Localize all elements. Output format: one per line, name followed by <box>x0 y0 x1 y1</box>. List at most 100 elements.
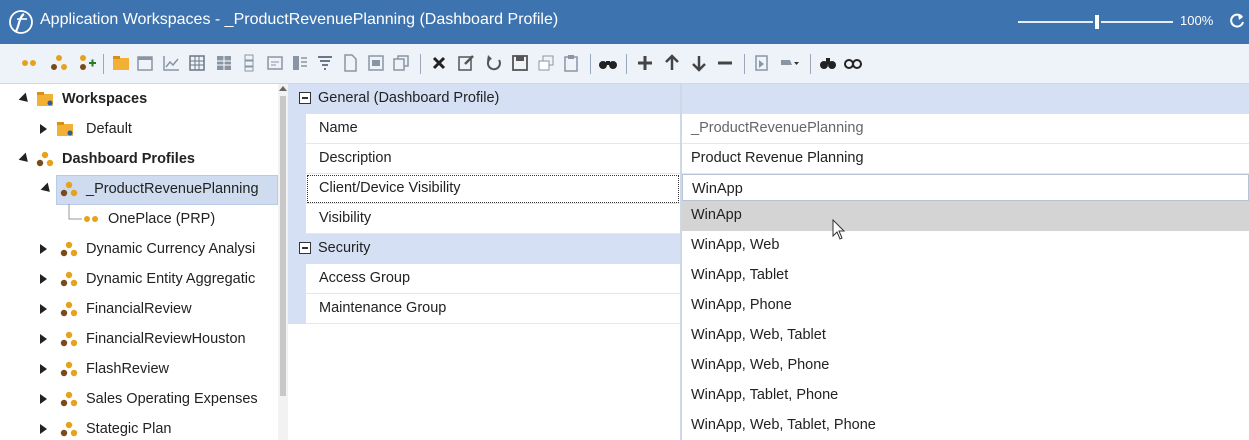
tree-node-workspaces[interactable]: Workspaces <box>0 84 278 114</box>
property-value-name: _ProductRevenuePlanning <box>682 114 1249 144</box>
filter-icon[interactable] <box>314 52 336 74</box>
expand-arrow-icon[interactable] <box>40 274 47 284</box>
collapse-toggle-icon[interactable] <box>299 242 311 254</box>
dashboard-profile-icon <box>60 271 78 287</box>
dropdown-option[interactable]: WinApp, Web <box>682 231 1249 261</box>
category-security[interactable]: Security <box>288 234 680 264</box>
add-child-icon[interactable] <box>76 52 98 74</box>
category-general[interactable]: General (Dashboard Profile) <box>288 84 680 114</box>
binoculars-icon[interactable] <box>597 52 619 74</box>
dashboard-profile-icon <box>60 331 78 347</box>
list-icon[interactable] <box>238 52 260 74</box>
tree-node-flashreview[interactable]: FlashReview <box>0 354 278 384</box>
tree-node-default[interactable]: Default <box>0 114 278 144</box>
expand-arrow-icon[interactable] <box>40 424 47 434</box>
workspace-folder-icon <box>37 92 53 106</box>
dashboard-profile-icon <box>36 151 54 167</box>
property-access-group[interactable]: Access Group <box>306 264 680 294</box>
grid-icon[interactable] <box>186 52 208 74</box>
expand-arrow-icon[interactable] <box>40 244 47 254</box>
workspace-folder-icon <box>57 122 73 136</box>
add-icon[interactable] <box>634 52 656 74</box>
tree-node-label: FinancialReviewHouston <box>86 331 246 347</box>
property-client-device-visibility[interactable]: Client/Device Visibility <box>306 174 680 204</box>
value-column-header <box>682 84 1249 114</box>
hierarchy-icon[interactable] <box>48 52 70 74</box>
mouse-cursor-icon <box>832 219 846 240</box>
tree-node-oneplace[interactable]: OnePlace (PRP) <box>0 204 278 234</box>
property-description[interactable]: Description <box>306 144 680 174</box>
window-title: Application Workspaces - _ProductRevenue… <box>40 11 559 28</box>
collapse-arrow-icon[interactable] <box>18 152 32 166</box>
dropdown-option[interactable]: WinApp <box>682 201 1249 231</box>
dashboard-profile-icon <box>60 421 78 437</box>
property-name[interactable]: Name <box>306 114 680 144</box>
delete-icon[interactable] <box>428 52 450 74</box>
dropdown-option[interactable]: WinApp, Web, Tablet <box>682 321 1249 351</box>
connect-icon[interactable] <box>18 52 40 74</box>
tree-node-dynamic-currency[interactable]: Dynamic Currency Analysi <box>0 234 278 264</box>
scroll-up-arrow-icon[interactable] <box>279 86 287 91</box>
dropdown-option[interactable]: WinApp, Web, Tablet, Phone <box>682 411 1249 440</box>
move-up-icon[interactable] <box>661 52 683 74</box>
document-icon[interactable] <box>339 52 361 74</box>
copy-window-icon[interactable] <box>390 52 412 74</box>
category-label: Security <box>318 240 371 256</box>
save-icon[interactable] <box>509 52 531 74</box>
form-icon[interactable] <box>264 52 286 74</box>
collapse-arrow-icon[interactable] <box>18 92 32 106</box>
collapse-toggle-icon[interactable] <box>299 92 311 104</box>
zoom-slider-track-right[interactable] <box>1101 21 1173 23</box>
expand-arrow-icon[interactable] <box>40 304 47 314</box>
columns-icon[interactable] <box>289 52 311 74</box>
link-icon[interactable] <box>842 52 864 74</box>
tree-node-dynamic-entity[interactable]: Dynamic Entity Aggregatic <box>0 264 278 294</box>
dropdown-option[interactable]: WinApp, Tablet, Phone <box>682 381 1249 411</box>
zoom-slider-thumb[interactable] <box>1095 15 1099 29</box>
run-dropdown-icon[interactable] <box>778 52 800 74</box>
assign-icon[interactable] <box>751 52 773 74</box>
search-replace-icon[interactable] <box>817 52 839 74</box>
property-visibility[interactable]: Visibility <box>306 204 680 234</box>
toolbar-separator <box>744 54 745 74</box>
property-value-description[interactable]: Product Revenue Planning <box>682 144 1249 174</box>
chart-icon[interactable] <box>160 52 182 74</box>
toolbar <box>0 44 1249 84</box>
expand-arrow-icon[interactable] <box>40 394 47 404</box>
toolbar-separator <box>810 54 811 74</box>
tree-node-label: Stategic Plan <box>86 421 172 437</box>
dropdown-option[interactable]: WinApp, Tablet <box>682 261 1249 291</box>
expand-arrow-icon[interactable] <box>40 124 47 134</box>
zoom-slider-track-left[interactable] <box>1018 21 1093 23</box>
remove-icon[interactable] <box>714 52 736 74</box>
property-maintenance-group[interactable]: Maintenance Group <box>306 294 680 324</box>
calendar-icon[interactable] <box>134 52 156 74</box>
tree-node-label: Dashboard Profiles <box>62 151 195 167</box>
tree-node-label: FlashReview <box>86 361 169 377</box>
expand-arrow-icon[interactable] <box>40 364 47 374</box>
collapse-arrow-icon[interactable] <box>40 182 54 196</box>
tree-node-financialreview[interactable]: FinancialReview <box>0 294 278 324</box>
undo-icon[interactable] <box>483 52 505 74</box>
dashboard-profile-icon <box>60 361 78 377</box>
tree-node-label: Workspaces <box>62 91 148 107</box>
refresh-icon[interactable] <box>1228 12 1246 30</box>
expand-arrow-icon[interactable] <box>40 334 47 344</box>
tree-node-productrevenueplanning[interactable]: _ProductRevenuePlanning <box>0 174 278 204</box>
dashboard-profile-icon <box>60 391 78 407</box>
edit-icon[interactable] <box>455 52 477 74</box>
panel-icon[interactable] <box>365 52 387 74</box>
tree-node-sales-operating-expenses[interactable]: Sales Operating Expenses <box>0 384 278 414</box>
category-label: General (Dashboard Profile) <box>318 90 500 106</box>
tree-node-dashboard-profiles[interactable]: Dashboard Profiles <box>0 144 278 174</box>
copy-icon[interactable] <box>535 52 557 74</box>
tree-scrollbar-thumb[interactable] <box>280 96 286 396</box>
dropdown-option[interactable]: WinApp, Phone <box>682 291 1249 321</box>
tree-node-stategic-plan[interactable]: Stategic Plan <box>0 414 278 440</box>
paste-icon[interactable] <box>560 52 582 74</box>
move-down-icon[interactable] <box>688 52 710 74</box>
workspace-icon[interactable] <box>110 52 132 74</box>
dropdown-option[interactable]: WinApp, Web, Phone <box>682 351 1249 381</box>
table-icon[interactable] <box>213 52 235 74</box>
tree-node-financialreviewhouston[interactable]: FinancialReviewHouston <box>0 324 278 354</box>
